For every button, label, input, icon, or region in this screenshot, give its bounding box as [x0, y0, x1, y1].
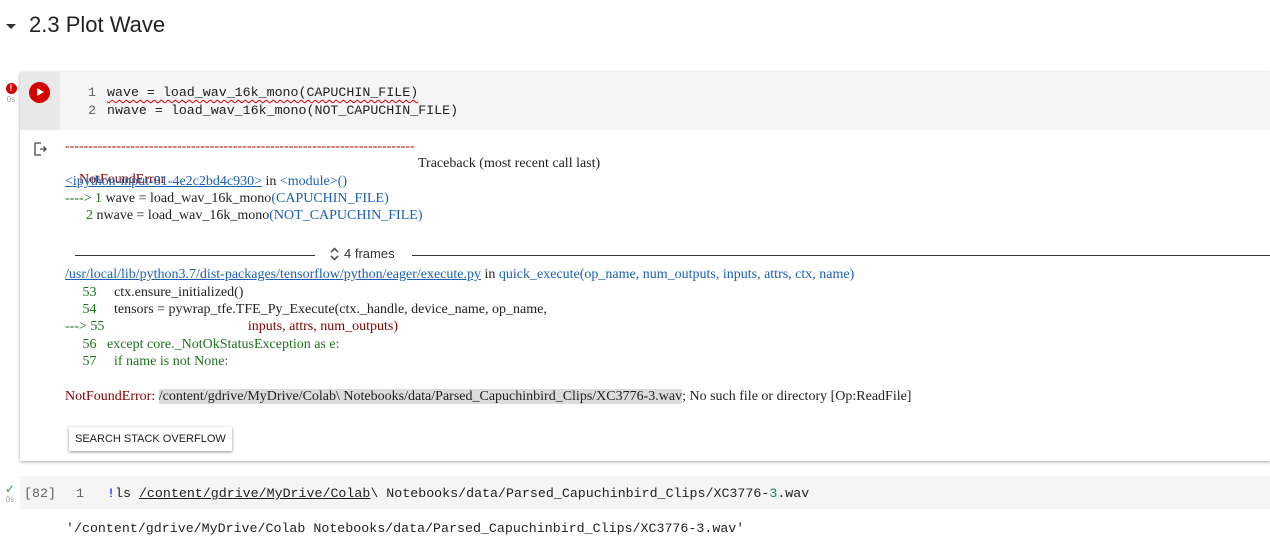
frames-label: 4 frames — [344, 246, 395, 261]
code: tensors = pywrap_tfe.TFE_Py_Execute(ctx.… — [96, 302, 547, 317]
section-header: 2.3 Plot Wave — [0, 8, 165, 42]
arrow — [65, 208, 86, 223]
cell-status: ✓ 0s — [3, 482, 17, 504]
line-number: 2 — [86, 208, 93, 223]
cell-status: ! 0s — [3, 83, 19, 104]
search-stack-overflow-button[interactable]: SEARCH STACK OVERFLOW — [69, 427, 232, 451]
traceback-line: 56 except core._NotOkStatusException as … — [65, 337, 340, 353]
line-number: 1 — [76, 486, 84, 501]
traceback-frame-header: /usr/local/lib/python3.7/dist-packages/t… — [65, 267, 855, 282]
divider-line — [75, 255, 315, 256]
args: (NOT_CAPUCHIN_FILE) — [269, 208, 423, 223]
code: except core._NotOkStatusException as e: — [96, 337, 340, 352]
caret-down-icon[interactable] — [6, 23, 16, 29]
traceback-line: ----> 1 wave = load_wav_16k_mono(CAPUCHI… — [65, 191, 389, 207]
line-number: 1 — [88, 85, 96, 100]
error-name: NotFoundError: — [65, 389, 156, 404]
exec-time: 0s — [5, 495, 15, 504]
code: inputs, attrs, num_outputs) — [104, 319, 399, 334]
traceback-label: Traceback (most recent call last) — [418, 156, 601, 171]
args: (CAPUCHIN_FILE) — [271, 191, 389, 206]
line-number: 56 — [65, 337, 97, 352]
bang: ! — [107, 486, 115, 501]
arrow: ----> — [65, 191, 96, 206]
path: \ Notebooks/data/Parsed_Capuchinbird_Cli… — [370, 486, 770, 501]
frames-divider: 4 frames — [75, 246, 1270, 264]
divider-line — [412, 255, 1270, 256]
traceback-line: 54 tensors = pywrap_tfe.TFE_Py_Execute(c… — [65, 302, 547, 318]
command: ls — [114, 486, 139, 501]
traceback-line: 2 nwave = load_wav_16k_mono(NOT_CAPUCHIN… — [65, 208, 422, 224]
code-line: wave = load_wav_16k_mono(CAPUCHIN_FILE) — [107, 85, 419, 100]
module-name: <module>() — [279, 174, 347, 189]
cell-output: '/content/gdrive/MyDrive/Colab Notebooks… — [66, 521, 745, 536]
frames-toggle[interactable]: 4 frames — [330, 246, 395, 261]
line-number: 57 — [65, 354, 97, 369]
run-button[interactable] — [29, 82, 50, 103]
code-line: nwave = load_wav_16k_mono(NOT_CAPUCHIN_F… — [107, 103, 459, 118]
traceback-line: ---> 55 inputs, attrs, num_outputs) — [65, 319, 398, 335]
code-cell[interactable]: [82] 1 !ls /content/gdrive/MyDrive/Colab… — [20, 476, 1270, 509]
code-line: !ls /content/gdrive/MyDrive/Colab\ Noteb… — [107, 486, 809, 501]
output-arrow-icon[interactable] — [33, 142, 47, 156]
code: wave = load_wav_16k_mono — [102, 191, 272, 206]
traceback-line: 53 ctx.ensure_initialized() — [65, 285, 244, 301]
file-link[interactable]: /usr/local/lib/python3.7/dist-packages/t… — [65, 267, 481, 282]
line-number: 2 — [88, 103, 96, 118]
function-signature: quick_execute(op_name, num_outputs, inpu… — [498, 267, 855, 282]
input-link[interactable]: <ipython-input-81-4e2c2bd4c930> — [65, 174, 262, 189]
traceback-dashes: ----------------------------------------… — [65, 139, 415, 154]
exec-time: 0s — [6, 95, 16, 104]
traceback-frame-header: <ipython-input-81-4e2c2bd4c930> in <modu… — [65, 174, 347, 190]
check-icon: ✓ — [4, 482, 16, 496]
execution-count: [82] — [24, 486, 56, 501]
error-path: /content/gdrive/MyDrive/Colab\ Notebooks… — [158, 389, 683, 404]
traceback-line: 57 if name is not None: — [65, 354, 229, 370]
in-word: in — [261, 174, 280, 189]
final-error: NotFoundError: /content/gdrive/MyDrive/C… — [65, 389, 911, 405]
line-number: 53 — [65, 285, 97, 300]
line-number: ---> 55 — [65, 319, 105, 334]
code: ctx.ensure_initialized() — [96, 285, 244, 300]
code-cell: 1 wave = load_wav_16k_mono(CAPUCHIN_FILE… — [20, 72, 1270, 461]
path-ext: .wav — [777, 486, 810, 501]
expand-collapse-icon — [330, 246, 339, 261]
cell-gutter — [20, 72, 60, 130]
code-editor[interactable]: 1 wave = load_wav_16k_mono(CAPUCHIN_FILE… — [60, 72, 1270, 130]
code: nwave = load_wav_16k_mono — [93, 208, 270, 223]
section-title: 2.3 Plot Wave — [29, 12, 166, 37]
error-message: ; No such file or directory [Op:ReadFile… — [682, 389, 912, 404]
code: if name is not None: — [96, 354, 229, 369]
path-link[interactable]: /content/gdrive/MyDrive/Colab — [139, 486, 370, 501]
line-number: 54 — [65, 302, 97, 317]
line-number: 1 — [95, 191, 103, 206]
error-icon: ! — [5, 83, 17, 94]
